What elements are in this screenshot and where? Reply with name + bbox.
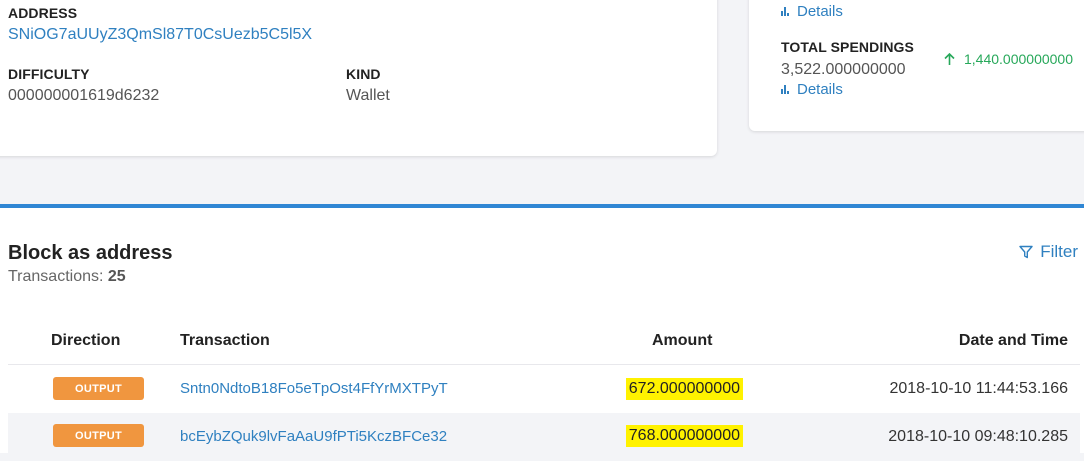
difficulty-value: 000000001619d6232 xyxy=(8,87,160,104)
bar-chart-icon xyxy=(781,7,789,16)
kind-label: KIND xyxy=(346,66,381,82)
kind-value: Wallet xyxy=(346,87,390,104)
transaction-link[interactable]: Sntn0NdtoB18Fo5eTpOst4FfYrMXTPyT xyxy=(180,380,448,397)
address-label: ADDRESS xyxy=(8,5,78,21)
direction-badge: OUTPUT xyxy=(53,424,144,447)
filter-button[interactable]: Filter xyxy=(1019,242,1078,262)
transaction-link[interactable]: bcEybZQuk9lvFaAaU9fPTi5KczBFCe32 xyxy=(180,428,447,445)
transactions-section: Block as address Transactions: 25 Filter… xyxy=(0,204,1084,461)
filter-icon xyxy=(1019,245,1033,259)
details-link-label: Details xyxy=(797,3,843,20)
transactions-count-value: 25 xyxy=(107,268,126,285)
column-header-amount[interactable]: Amount xyxy=(652,332,712,350)
details-link-top[interactable]: Details xyxy=(781,3,843,20)
column-header-transaction[interactable]: Transaction xyxy=(180,332,270,350)
address-info-card: ADDRESS SNiOG7aUUyZ3QmSl87T0CsUezb5C5l5X… xyxy=(0,0,717,156)
spendings-summary-card: Details TOTAL SPENDINGS 3,522.000000000 … xyxy=(749,0,1084,131)
spendings-change-value: 1,440.000000000 xyxy=(964,51,1073,67)
transactions-count-label: Transactions: xyxy=(8,268,104,285)
spendings-change: 1,440.000000000 xyxy=(944,51,1073,67)
amount-value: 768.000000000 xyxy=(625,425,743,447)
column-header-datetime[interactable]: Date and Time xyxy=(959,332,1068,350)
datetime-value: 2018-10-10 11:44:53.166 xyxy=(889,380,1068,397)
details-link-bottom[interactable]: Details xyxy=(781,81,843,98)
table-row: OUTPUT bcEybZQuk9lvFaAaU9fPTi5KczBFCe32 … xyxy=(8,413,1080,461)
direction-badge: OUTPUT xyxy=(53,377,144,400)
total-spendings-value: 3,522.000000000 xyxy=(781,61,906,78)
arrow-up-icon xyxy=(944,52,955,65)
datetime-value: 2018-10-10 09:48:10.285 xyxy=(888,428,1068,445)
address-value-link[interactable]: SNiOG7aUUyZ3QmSl87T0CsUezb5C5l5X xyxy=(8,26,312,44)
column-header-direction[interactable]: Direction xyxy=(51,332,120,350)
total-spendings-label: TOTAL SPENDINGS xyxy=(781,39,914,55)
table-row: OUTPUT Sntn0NdtoB18Fo5eTpOst4FfYrMXTPyT … xyxy=(8,365,1080,413)
filter-label: Filter xyxy=(1040,242,1078,261)
transactions-count: Transactions: 25 xyxy=(8,268,126,286)
amount-value: 672.000000000 xyxy=(625,378,743,400)
bar-chart-icon xyxy=(781,85,789,94)
details-link-label: Details xyxy=(797,81,843,98)
section-title: Block as address xyxy=(8,242,173,264)
difficulty-label: DIFFICULTY xyxy=(8,66,90,82)
